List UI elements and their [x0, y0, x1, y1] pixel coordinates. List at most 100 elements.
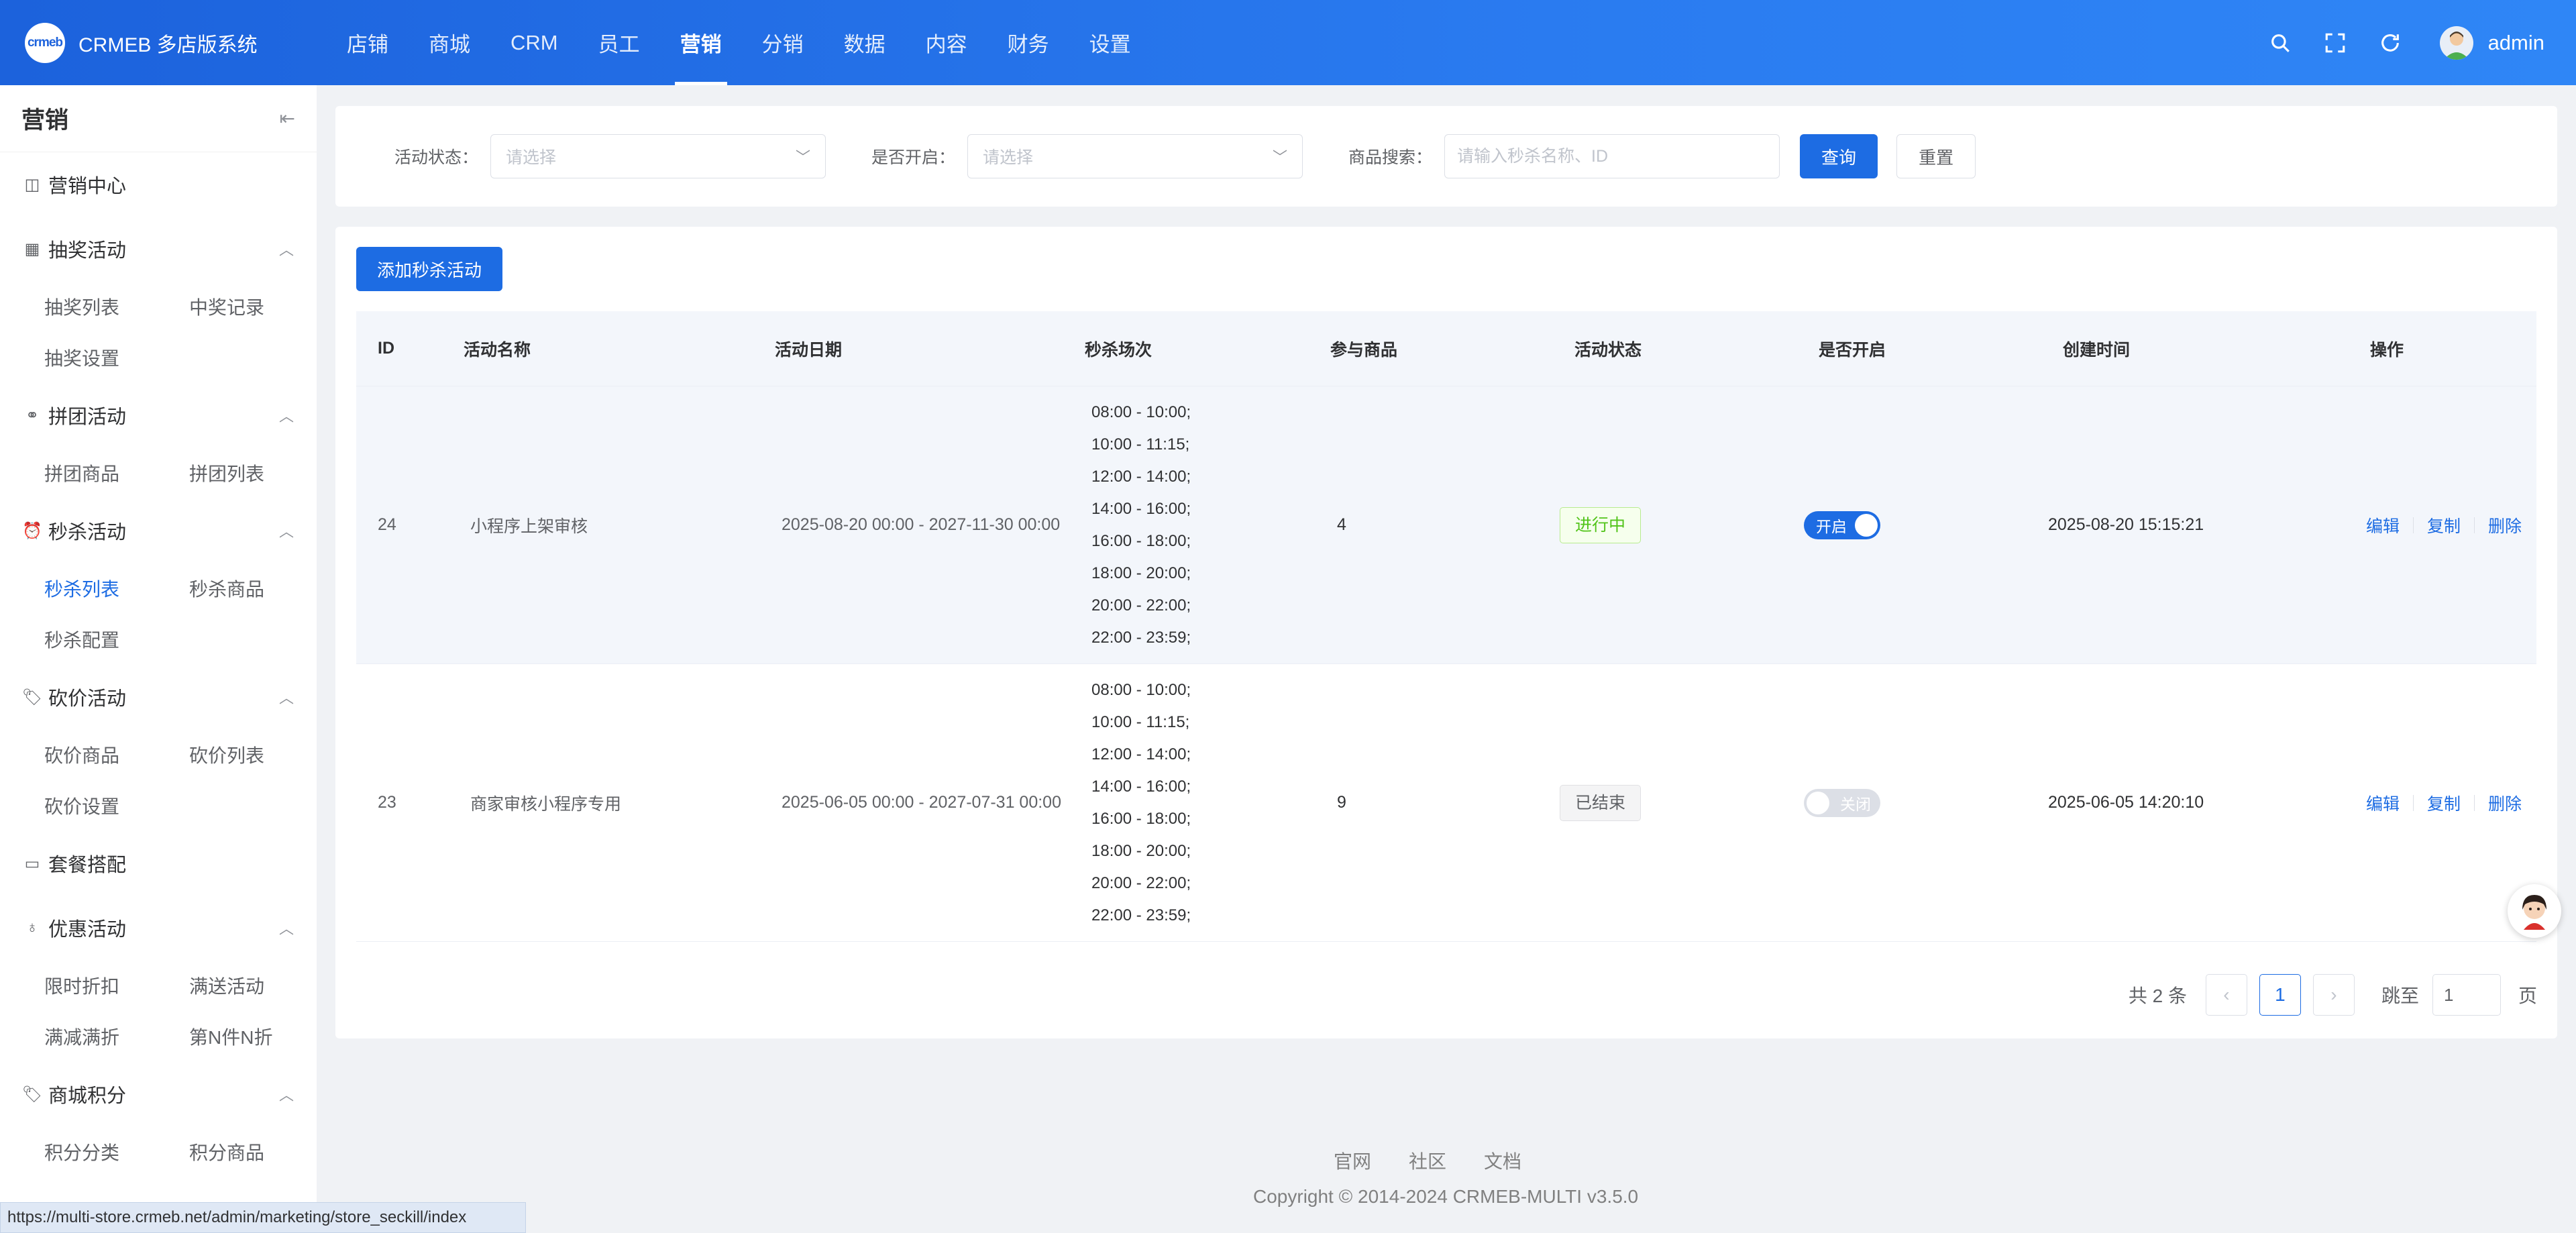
sidebar-item-group-products[interactable]: 拼团商品 [44, 447, 189, 498]
collapse-sidebar-icon[interactable]: ⇤ [280, 107, 295, 129]
cell-slots: 08:00 - 10:00; 10:00 - 11:15; 12:00 - 14… [1063, 674, 1309, 932]
sidebar-item-bargain-settings[interactable]: 砍价设置 [44, 780, 189, 831]
sidebar-item-seckill-products[interactable]: 秒杀商品 [189, 563, 334, 614]
sidebar-group-head-lottery[interactable]: ▦ 抽奖活动 ︿ [0, 217, 317, 281]
topnav-finance[interactable]: 财务 [987, 0, 1069, 85]
enabled-filter-select[interactable]: 请选择 ﹀ [967, 134, 1303, 178]
cell-id: 23 [378, 793, 396, 812]
sidebar-item-lottery-settings[interactable]: 抽奖设置 [44, 332, 189, 383]
status-filter-select[interactable]: 请选择 ﹀ [490, 134, 826, 178]
footer-link-community[interactable]: 社区 [1409, 1147, 1446, 1174]
app-title: CRMEB 多店版系统 [78, 34, 258, 56]
copy-link[interactable]: 复制 [2427, 513, 2461, 537]
sidebar-item-points-category[interactable]: 积分分类 [44, 1126, 189, 1177]
edit-link[interactable]: 编辑 [2366, 513, 2400, 537]
topnav-data[interactable]: 数据 [824, 0, 906, 85]
sidebar-group-head-bargain[interactable]: 🏷 砍价活动 ︿ [0, 665, 317, 729]
topnav-store[interactable]: 店铺 [327, 0, 409, 85]
slot: 08:00 - 10:00; [1091, 680, 1191, 699]
sidebar-group-head-discount[interactable]: ♁ 优惠活动 ︿ [0, 896, 317, 960]
sidebar-item-winning-records[interactable]: 中奖记录 [189, 281, 334, 332]
user-avatar[interactable] [2439, 25, 2473, 60]
fullscreen-icon[interactable] [2322, 30, 2349, 56]
reset-button[interactable]: 重置 [1896, 134, 1976, 178]
total-count: 共 2 条 [2128, 985, 2187, 1006]
sidebar-item-points-products[interactable]: 积分商品 [189, 1126, 334, 1177]
cell-name: 小程序上架审核 [470, 517, 588, 536]
jump-page-input[interactable] [2432, 974, 2501, 1016]
status-badge: 已结束 [1560, 784, 1642, 821]
alarm-clock-icon: ⏰ [22, 521, 42, 540]
coupon-icon: ♁ [26, 918, 38, 936]
prev-page-button[interactable]: ‹ [2205, 974, 2247, 1016]
dashboard-icon: ◫ [24, 175, 40, 194]
group-title: 优惠活动 [48, 919, 127, 941]
sidebar-group-head-group-buy[interactable]: ⚭ 拼团活动 ︿ [0, 383, 317, 447]
cell-actions: 编辑 复制 删除 [2349, 513, 2536, 537]
topnav-content[interactable]: 内容 [906, 0, 987, 85]
divider [2474, 517, 2475, 533]
cell-created: 2025-06-05 14:20:10 [2048, 793, 2204, 812]
username[interactable]: admin [2488, 31, 2544, 55]
topnav-mall[interactable]: 商城 [409, 0, 490, 85]
footer-link-official[interactable]: 官网 [1334, 1147, 1371, 1174]
support-avatar-icon[interactable] [2508, 884, 2561, 938]
header-tools: admin [2239, 25, 2544, 60]
col-enabled: 是否开启 [1819, 340, 1886, 360]
sidebar-group-head-seckill[interactable]: ⏰ 秒杀活动 ︿ [0, 498, 317, 563]
sidebar-item-seckill-config[interactable]: 秒杀配置 [44, 614, 189, 665]
col-created: 创建时间 [2063, 340, 2131, 360]
refresh-icon[interactable] [2377, 30, 2404, 56]
sidebar-item-gift-activity[interactable]: 满送活动 [189, 960, 334, 1011]
topnav-distribution[interactable]: 分销 [742, 0, 824, 85]
group-title: 抽奖活动 [48, 240, 127, 262]
sidebar-item-limited-discount[interactable]: 限时折扣 [44, 960, 189, 1011]
page-suffix: 页 [2518, 985, 2537, 1006]
sidebar-group-points: 🏷 商城积分 ︿ 积分分类 积分商品 [0, 1062, 317, 1177]
footer-link-docs[interactable]: 文档 [1484, 1147, 1521, 1174]
sidebar-item-group-list[interactable]: 拼团列表 [189, 447, 334, 498]
sidebar-item-seckill-list[interactable]: 秒杀列表 [44, 563, 189, 614]
slot: 18:00 - 20:00; [1091, 841, 1191, 860]
sidebar-item-full-reduction[interactable]: 满减满折 [44, 1011, 189, 1062]
next-page-button[interactable]: › [2312, 974, 2355, 1016]
add-seckill-button[interactable]: 添加秒杀活动 [356, 247, 503, 291]
enabled-toggle[interactable]: 关闭 [1804, 788, 1880, 817]
topnav-settings[interactable]: 设置 [1069, 0, 1151, 85]
select-placeholder: 请选择 [983, 148, 1034, 167]
sidebar-item-label: 营销中心 [48, 176, 127, 197]
brand[interactable]: crmeb CRMEB 多店版系统 [25, 22, 307, 63]
product-search-input[interactable] [1444, 134, 1780, 178]
search-icon[interactable] [2267, 30, 2294, 56]
sidebar-group-head-points[interactable]: 🏷 商城积分 ︿ [0, 1062, 317, 1126]
sidebar-item-package[interactable]: ▭ 套餐搭配 [0, 831, 317, 896]
toggle-knob [1855, 513, 1878, 537]
sidebar-item-bargain-list[interactable]: 砍价列表 [189, 729, 334, 780]
edit-link[interactable]: 编辑 [2366, 791, 2400, 815]
sidebar-header: 营销 ⇤ [0, 85, 317, 152]
sidebar-item-lottery-list[interactable]: 抽奖列表 [44, 281, 189, 332]
sidebar-item-bargain-products[interactable]: 砍价商品 [44, 729, 189, 780]
enabled-toggle[interactable]: 开启 [1804, 511, 1880, 539]
delete-link[interactable]: 删除 [2488, 791, 2522, 815]
page-number[interactable]: 1 [2259, 974, 2301, 1016]
topnav-crm[interactable]: CRM [490, 0, 578, 85]
sidebar-item-nth-discount[interactable]: 第N件N折 [189, 1011, 334, 1062]
query-button[interactable]: 查询 [1800, 134, 1878, 178]
sidebar-item-marketing-center[interactable]: ◫ 营销中心 [0, 152, 317, 217]
top-nav: 店铺 商城 CRM 员工 营销 分销 数据 内容 财务 设置 [327, 0, 1151, 85]
chevron-up-icon: ︿ [278, 920, 294, 937]
toggle-label: 关闭 [1840, 795, 1871, 813]
chevron-up-icon: ︿ [278, 690, 294, 706]
filter-bar: 活动状态： 请选择 ﹀ 是否开启： 请选择 ﹀ 商品搜索： 查询 重置 [335, 106, 2557, 207]
topnav-marketing[interactable]: 营销 [660, 0, 742, 85]
sidebar: 营销 ⇤ ◫ 营销中心 ▦ 抽奖活动 ︿ 抽奖列表 中奖记录 抽奖设置 ⚭ 拼团… [0, 85, 317, 1233]
group-title: 拼团活动 [48, 407, 127, 428]
copy-link[interactable]: 复制 [2427, 791, 2461, 815]
topnav-staff[interactable]: 员工 [578, 0, 660, 85]
cell-date: 2025-08-20 00:00 - 2027-11-30 00:00 [782, 515, 1061, 534]
delete-link[interactable]: 删除 [2488, 513, 2522, 537]
cell-status: 已结束 [1553, 784, 1797, 821]
slot: 18:00 - 20:00; [1091, 564, 1191, 582]
col-status: 活动状态 [1574, 340, 1642, 360]
